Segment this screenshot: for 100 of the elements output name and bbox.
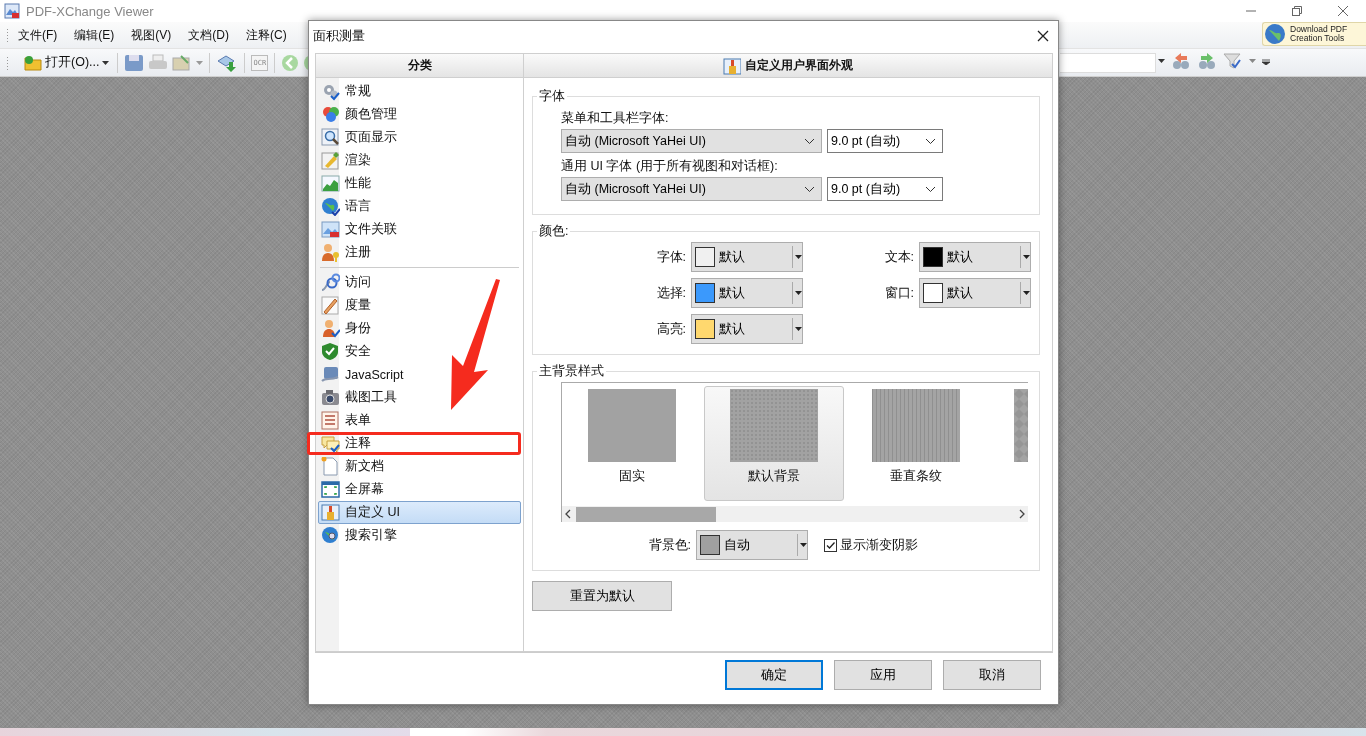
person-key-icon xyxy=(321,243,340,262)
color-picker[interactable]: 默认 xyxy=(691,242,803,272)
size-dropdown[interactable]: 9.0 pt (自动) xyxy=(827,177,943,201)
back-icon xyxy=(281,53,300,72)
menu-item[interactable]: 文件(F) xyxy=(18,26,58,44)
category-item[interactable]: 文件关联 xyxy=(318,218,521,241)
window-title: PDF-XChange Viewer xyxy=(26,3,154,19)
category-item[interactable]: 语言 xyxy=(318,195,521,218)
color-label: 选择: xyxy=(655,284,687,302)
paint-window-icon xyxy=(723,56,741,75)
category-item[interactable]: 度量 xyxy=(318,294,521,317)
category-item[interactable]: 搜索引擎 xyxy=(318,524,521,547)
chart-icon xyxy=(321,174,340,193)
caret-icon xyxy=(1023,291,1030,295)
ok-button[interactable]: 确定 xyxy=(725,660,823,690)
background-style-option[interactable]: 垂直条纹 xyxy=(846,386,986,501)
category-item[interactable]: JavaScript xyxy=(318,363,521,386)
category-item[interactable]: 注册 xyxy=(318,241,521,264)
category-item[interactable]: 访问 xyxy=(318,271,521,294)
folder-icon xyxy=(24,54,42,71)
color-picker[interactable]: 默认 xyxy=(919,242,1031,272)
background-style-option[interactable]: 默认背景 xyxy=(704,386,844,501)
download-icon xyxy=(216,53,239,72)
color-picker[interactable]: 默认 xyxy=(691,314,803,344)
category-item[interactable]: 渲染 xyxy=(318,149,521,172)
background-style-option[interactable]: 固实 xyxy=(562,386,702,501)
link-icon xyxy=(321,273,340,292)
reset-button[interactable]: 重置为默认 xyxy=(532,581,672,611)
category-item[interactable]: 全屏幕 xyxy=(318,478,521,501)
caret-icon xyxy=(795,327,802,331)
color-picker[interactable]: 默认 xyxy=(919,278,1031,308)
person-icon xyxy=(321,319,340,338)
color-label: 字体: xyxy=(655,248,687,266)
find-previous-icon xyxy=(1171,52,1191,70)
close-icon xyxy=(1037,30,1049,42)
caret-icon xyxy=(1158,59,1165,63)
caret-icon xyxy=(800,543,807,547)
color-label: 文本: xyxy=(883,248,915,266)
category-item[interactable]: 身份 xyxy=(318,317,521,340)
search-field[interactable] xyxy=(1060,53,1156,73)
dialog-button[interactable]: 应用 xyxy=(834,660,932,690)
overflow-icon xyxy=(1262,57,1270,65)
restore-icon xyxy=(1291,5,1303,17)
font-dropdown[interactable]: 自动 (Microsoft YaHei UI) xyxy=(561,129,822,153)
chevron-down-icon xyxy=(925,185,936,193)
caret-icon xyxy=(795,291,802,295)
close-icon xyxy=(1337,5,1349,17)
dialog-button[interactable]: 取消 xyxy=(943,660,1041,690)
globe-icon xyxy=(321,197,340,216)
image-file-icon xyxy=(321,220,340,239)
speech-bubbles-icon xyxy=(321,434,340,453)
category-item[interactable]: 页面显示 xyxy=(318,126,521,149)
panel-header: 分类 xyxy=(407,57,432,74)
category-item[interactable]: 自定义 UI xyxy=(318,501,521,524)
checkmark-icon xyxy=(825,539,836,551)
filter-icon xyxy=(1223,52,1243,70)
magnifier-icon xyxy=(321,128,340,147)
menu-item[interactable]: 文档(D) xyxy=(188,26,229,44)
color-label: 背景色: xyxy=(647,536,692,554)
printer-icon xyxy=(148,53,169,72)
category-item[interactable]: 常规 xyxy=(318,80,521,103)
dialog-title: 面积测量 xyxy=(313,27,365,45)
chevron-down-icon xyxy=(804,137,815,145)
chevron-down-icon xyxy=(925,137,936,145)
menu-item[interactable]: 注释(C) xyxy=(246,26,287,44)
caret-icon xyxy=(1023,255,1030,259)
group-title: 字体 xyxy=(538,88,566,105)
category-item[interactable]: 颜色管理 xyxy=(318,103,521,126)
category-item[interactable]: 性能 xyxy=(318,172,521,195)
caret-icon xyxy=(102,60,110,65)
screen-icon xyxy=(321,480,340,499)
field-label: 菜单和工具栏字体: xyxy=(561,110,670,127)
category-item[interactable]: 截图工具 xyxy=(318,386,521,409)
field-label: 通用 UI 字体 (用于所有视图和对话框): xyxy=(561,158,779,175)
globe-icon xyxy=(321,526,340,545)
group-title: 主背景样式 xyxy=(538,363,605,380)
category-item[interactable]: 新文档 xyxy=(318,455,521,478)
category-item[interactable]: 注释 xyxy=(307,432,521,455)
category-item[interactable]: 表单 xyxy=(318,409,521,432)
font-dropdown[interactable]: 自动 (Microsoft YaHei UI) xyxy=(561,177,822,201)
globe-icon xyxy=(1263,22,1287,46)
ruler-icon xyxy=(321,296,340,315)
paint-window-icon xyxy=(321,503,340,522)
group-title: 颜色: xyxy=(538,223,570,240)
color-picker[interactable]: 自动 xyxy=(696,530,808,560)
app-logo-icon xyxy=(4,3,20,19)
save-icon xyxy=(124,53,145,72)
open-button[interactable]: 打开(O)... xyxy=(22,54,112,71)
download-tools-button[interactable]: Download PDF Creation Tools xyxy=(1262,22,1366,46)
horizontal-scrollbar[interactable] xyxy=(562,506,1028,522)
menu-item[interactable]: 编辑(E) xyxy=(74,26,115,44)
menu-item[interactable]: 视图(V) xyxy=(131,26,172,44)
color-picker[interactable]: 默认 xyxy=(691,278,803,308)
size-dropdown[interactable]: 9.0 pt (自动) xyxy=(827,129,943,153)
category-item[interactable]: 安全 xyxy=(318,340,521,363)
caret-icon xyxy=(795,255,802,259)
form-icon xyxy=(321,411,340,430)
gears-icon xyxy=(321,82,340,101)
caret-icon xyxy=(1249,59,1256,63)
gradient-checkbox[interactable]: 显示渐变阴影 xyxy=(824,536,918,554)
